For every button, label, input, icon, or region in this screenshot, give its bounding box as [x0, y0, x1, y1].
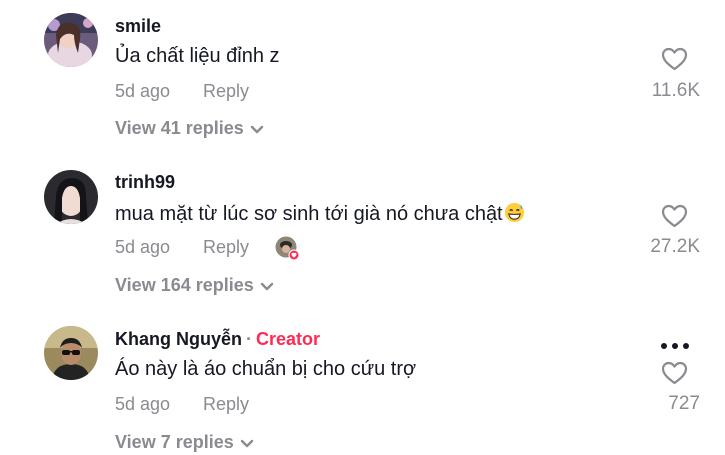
username: Khang Nguyễn · Creator: [115, 329, 320, 350]
comment-text: Áo này là áo chuẩn bị cho cứu trợ: [115, 358, 417, 380]
comment-item: Khang Nguyễn · Creator Áo này là áo chuẩn …: [0, 0, 725, 455]
comment-time: 5d ago: [115, 394, 171, 414]
like-count: 727: [668, 393, 700, 414]
view-replies-button[interactable]: View 7 replies: [115, 432, 254, 454]
avatar[interactable]: [44, 326, 98, 380]
heart-outline-icon[interactable]: [661, 361, 688, 385]
separator-dot: ·: [246, 329, 253, 349]
chevron-down-icon: [240, 433, 254, 454]
username-text[interactable]: Khang Nguyễn: [115, 329, 242, 349]
more-options-icon[interactable]: [659, 337, 691, 349]
creator-badge: Creator: [256, 329, 321, 349]
reply-button[interactable]: Reply: [203, 394, 249, 415]
view-replies-label: View 7 replies: [115, 432, 234, 452]
